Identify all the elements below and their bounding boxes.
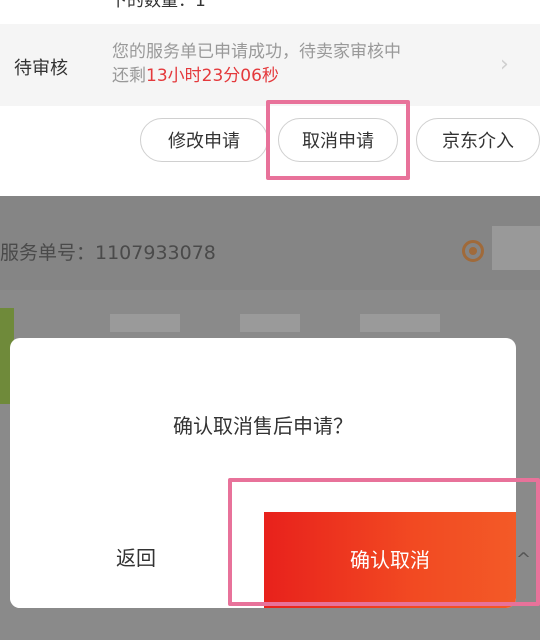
dialog-message: 确认取消售后申请？ [173, 414, 353, 438]
blurred-element [492, 226, 540, 270]
status-message: 您的服务单已申请成功，待卖家审核中 还剩13小时23分06秒 [112, 40, 401, 88]
remaining-time: 13小时23分06秒 [146, 66, 279, 86]
order-status-icon [462, 240, 484, 262]
remaining-prefix: 还剩 [112, 66, 146, 86]
cutoff-quantity-text: 下的数量：1 [110, 0, 206, 11]
blurred-text [240, 314, 300, 332]
jd-intervene-button[interactable]: 京东介入 [416, 118, 540, 162]
status-message-line1: 您的服务单已申请成功，待卖家审核中 [112, 42, 401, 62]
back-button[interactable]: 返回 [10, 508, 262, 608]
status-label: 待审核 [14, 58, 68, 79]
remaining-time-line: 还剩13小时23分06秒 [112, 64, 401, 88]
blurred-text [360, 314, 440, 332]
status-card[interactable]: 待审核 您的服务单已申请成功，待卖家审核中 还剩13小时23分06秒 › [0, 24, 540, 106]
chevron-right-icon[interactable]: › [500, 52, 509, 77]
modify-request-button[interactable]: 修改申请 [140, 118, 268, 162]
highlight-box-cancel [266, 100, 410, 180]
order-number: 服务单号：1107933078 [0, 242, 216, 264]
highlight-box-confirm [228, 478, 540, 606]
order-header: 服务单号：1107933078 [0, 196, 540, 290]
blurred-text [110, 314, 180, 332]
